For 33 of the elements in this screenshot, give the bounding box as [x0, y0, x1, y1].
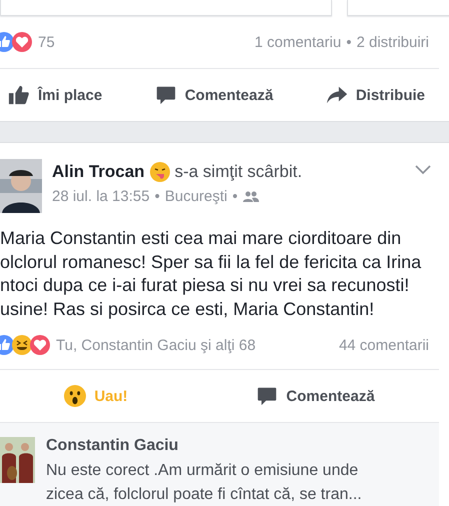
avatar[interactable] [0, 437, 35, 483]
friends-icon [242, 190, 259, 202]
reactions-summary[interactable]: Tu, Constantin Gaciu şi alţi 68 [56, 336, 256, 354]
thumbs-up-icon [8, 84, 30, 106]
speech-bubble-icon [154, 84, 177, 106]
heart-reaction-icon [30, 335, 50, 355]
separator-dot: • [346, 34, 352, 50]
comment-count[interactable]: 1 comentariu [254, 34, 342, 50]
chevron-down-icon[interactable] [415, 165, 431, 175]
comment-text: Nu este corect .Am urmărit o emisiune unde zicea că, folclorul poate fi cîntat că, se tran... [46, 461, 362, 505]
share-arrow-icon [326, 84, 348, 106]
post-text: Maria Constantin esti cea mai mare ciorditoare din olclorul romanesc! Sper sa fii la fel de fericita ca Irina ntoci dupa ce i-ai furat piesa si nu vrei sa recunosti! usine! Ras si posirca ce esti, Maria Constantin! [0, 227, 422, 321]
separator-dot: • [154, 188, 160, 205]
share-count[interactable]: 2 distribuiri [356, 34, 429, 50]
surprised-face-icon [64, 385, 86, 407]
reaction-count[interactable]: 75 [38, 34, 55, 50]
laughing-reaction-icon [12, 335, 32, 355]
post-date[interactable]: 28 iul. la 13:55 [52, 188, 150, 205]
action-button[interactable]: Distribuie [324, 80, 427, 110]
author-name[interactable]: Alin Trocan [52, 162, 145, 182]
speech-bubble-icon [256, 385, 278, 407]
action-button[interactable]: Comentează [254, 381, 377, 411]
commenter-name[interactable]: Constantin Gaciu [46, 437, 362, 455]
action-button[interactable]: Uau! [62, 381, 130, 411]
separator-dot: • [232, 188, 238, 205]
heart-reaction-icon [12, 32, 32, 52]
feeling-text: s-a simţit scârbit. [174, 162, 302, 182]
action-button[interactable]: Comentează [152, 80, 276, 110]
comment-count[interactable]: 44 comentarii [338, 336, 429, 354]
action-button[interactable]: Îmi place [6, 80, 104, 110]
avatar[interactable] [0, 159, 42, 213]
post-location[interactable]: Bucureşti [164, 188, 228, 205]
disgusted-face-icon [150, 162, 170, 182]
